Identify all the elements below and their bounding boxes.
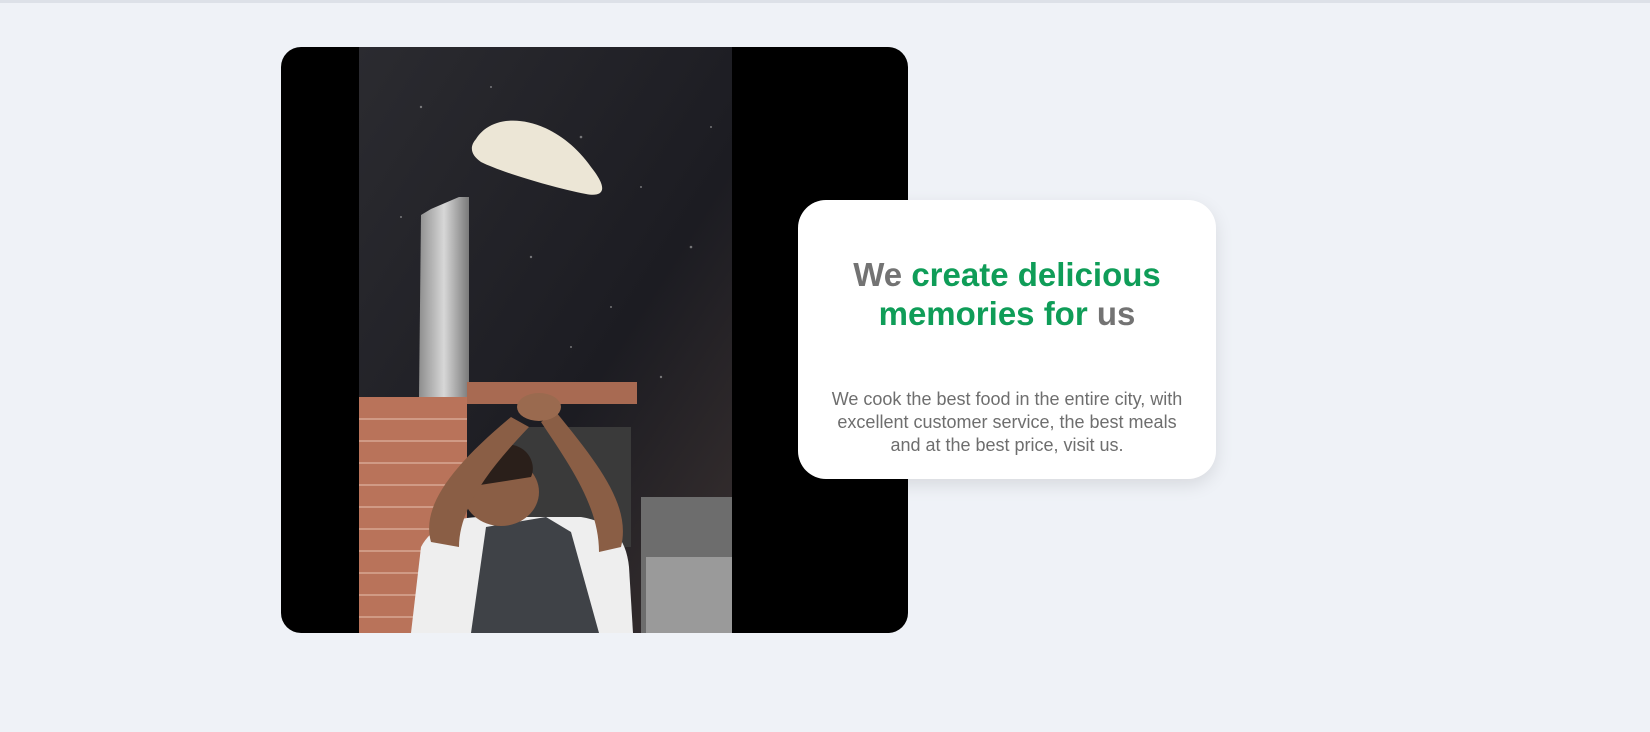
top-divider (0, 0, 1650, 3)
headline-part-4: us (1096, 295, 1136, 332)
hero-headline: We create delicious memories for us (818, 255, 1196, 333)
info-card: We create delicious memories for us We c… (798, 200, 1216, 479)
hero-description: We cook the best food in the entire city… (831, 389, 1183, 455)
headline-part-3: memories for (878, 295, 1088, 332)
headline-part-2: create delicious (911, 256, 1161, 293)
headline-part-1: We (853, 256, 903, 293)
